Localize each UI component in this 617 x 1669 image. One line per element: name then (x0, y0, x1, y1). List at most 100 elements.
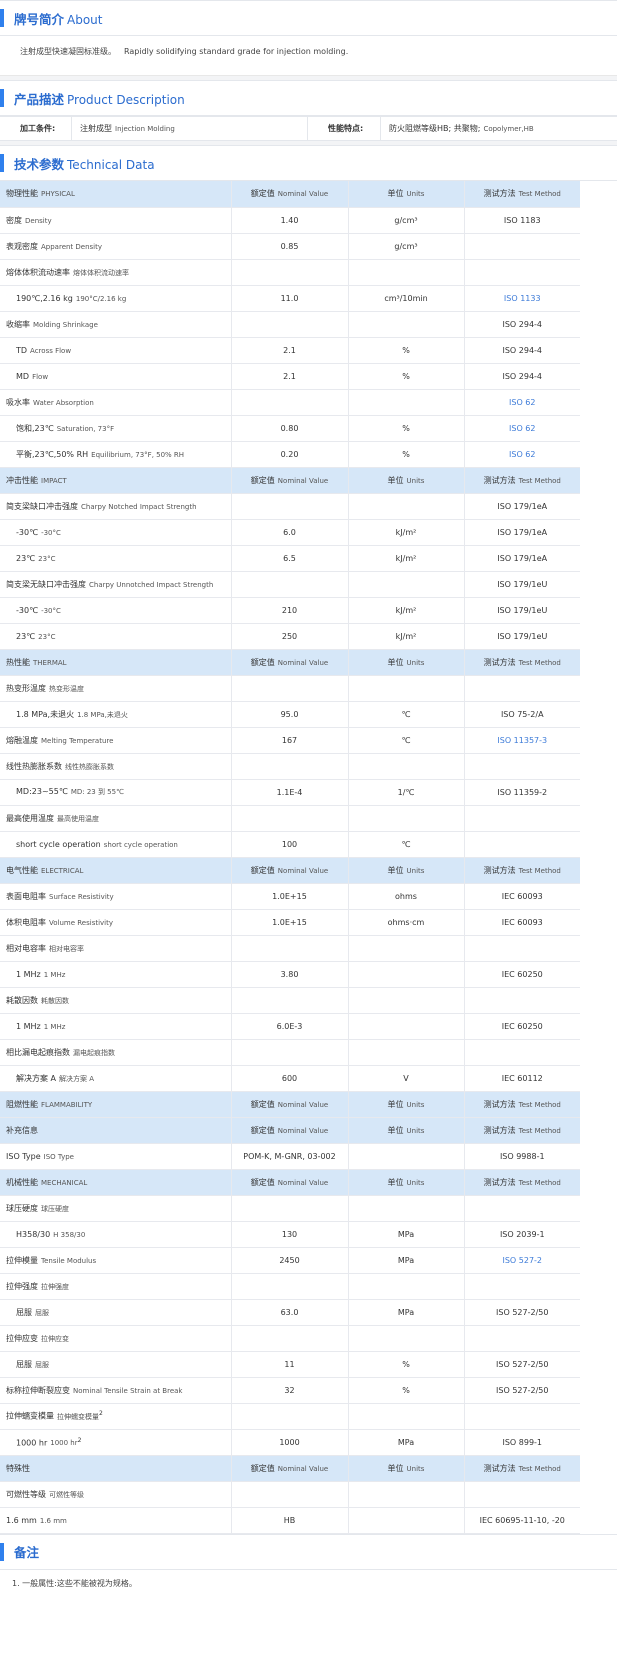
property-unit: % (347, 337, 464, 364)
property-value: 1.40 (230, 207, 348, 234)
property-name-en: Water Absorption (33, 398, 94, 407)
property-name-en: MD: 23 到 55℃ (70, 788, 124, 796)
value-header-en: Nominal Value (277, 476, 329, 485)
category-name-zh: 热性能 (6, 657, 30, 667)
property-name: 拉伸模量 Tensile Modulus (0, 1247, 231, 1274)
test-method (463, 753, 580, 780)
table-row: 热变形温度 热变形温度 (0, 675, 580, 702)
property-name-zh: 相比漏电起痕指数 (6, 1047, 70, 1057)
test-method-link[interactable]: ISO 527-2 (463, 1247, 580, 1274)
table-row: MD:23~55℃ MD: 23 到 55℃ 1.1E-4 1/℃ ISO 11359-… (0, 779, 580, 806)
test-method-link[interactable]: ISO 11357-3 (463, 727, 580, 754)
section-accent-bar (0, 154, 4, 172)
test-method-link[interactable]: ISO 62 (463, 441, 580, 468)
property-name-en: Surface Resistivity (49, 892, 114, 901)
property-name: 1000 hr 1000 hr2 (0, 1429, 231, 1456)
test-method: IEC 60093 (463, 909, 580, 936)
section-accent-bar (0, 9, 4, 27)
table-row: 球压硬度 球压硬度 (0, 1195, 580, 1222)
table-row: 简支梁缺口冲击强度 Charpy Notched Impact Strength I… (0, 493, 580, 520)
property-value: 6.0E-3 (230, 1013, 348, 1040)
test-method: ISO 179/1eU (463, 623, 580, 650)
test-method-link[interactable]: ISO 62 (463, 389, 580, 416)
property-name-en: 线性热膨胀系数 (65, 762, 114, 771)
table-row: 拉伸强度 拉伸强度 (0, 1273, 580, 1300)
test-method: ISO 11359-2 (463, 779, 580, 806)
property-value: POM-K, M-GNR, 03-002 (230, 1143, 348, 1170)
method-header-en: Test Method (518, 1178, 561, 1187)
category-name-en: THERMAL (33, 658, 67, 667)
property-name-en: ISO Type (43, 1152, 74, 1161)
test-method (463, 233, 580, 260)
property-name-zh: 表面电阻率 (6, 891, 46, 901)
property-name: MD:23~55℃ MD: 23 到 55℃ (0, 779, 231, 806)
table-row: 拉伸模量 Tensile Modulus 2450 MPa ISO 527-2 (0, 1247, 580, 1274)
value-column-header: 额定值 Nominal Value (230, 1091, 348, 1118)
property-name-zh: 23℃ (16, 631, 36, 641)
method-column-header: 测试方法 Test Method (463, 1091, 580, 1118)
table-row: H358/30 H 358/30 130 MPa ISO 2039-1 (0, 1221, 580, 1248)
property-unit (347, 675, 464, 702)
footnote-marker: 2 (77, 1436, 82, 1444)
category-name-zh: 电气性能 (6, 865, 38, 875)
test-method (463, 675, 580, 702)
table-row: 收缩率 Molding Shrinkage ISO 294-4 (0, 311, 580, 338)
method-header-en: Test Method (518, 866, 561, 875)
value-header-en: Nominal Value (277, 1126, 329, 1135)
unit-column-header: 单位 Units (347, 1455, 464, 1482)
unit-header-en: Units (406, 658, 425, 667)
property-name-en: Across Flow (30, 346, 72, 355)
property-name-zh: 简支梁无缺口冲击强度 (6, 579, 86, 589)
property-unit: ℃ (347, 701, 464, 728)
property-name-zh: 吸水率 (6, 397, 30, 407)
property-name-en: 漏电起痕指数 (73, 1048, 115, 1057)
category-header-row: 电气性能 ELECTRICAL 额定值 Nominal Value 单位 Units 测试方… (0, 857, 580, 884)
value-column-header: 额定值 Nominal Value (230, 467, 348, 494)
test-method (463, 1039, 580, 1066)
property-unit: ℃ (347, 831, 464, 858)
property-name-zh: 饱和,23℃ (16, 423, 54, 433)
property-name: 体积电阻率 Volume Resistivity (0, 909, 231, 936)
table-row: 最高使用温度 最高使用温度 (0, 805, 580, 832)
unit-header-zh: 单位 (387, 1125, 404, 1135)
about-body: 注射成型快速凝固标准级。 Rapidly solidifying standard… (0, 36, 617, 76)
method-column-header: 测试方法 Test Method (463, 1455, 580, 1482)
property-value (230, 1403, 348, 1430)
property-name-zh: H358/30 (16, 1229, 51, 1239)
property-name-en: short cycle operation (103, 840, 178, 849)
value-header-zh: 额定值 (250, 657, 275, 667)
category-name-en: FLAMMABILITY (41, 1100, 93, 1109)
notes-section-header: 备注 (0, 1533, 617, 1570)
property-name-en: 耗散因数 (41, 996, 69, 1005)
test-method-link[interactable]: ISO 62 (463, 415, 580, 442)
property-name-en: 最高使用温度 (57, 814, 99, 823)
about-title-zh: 牌号简介 (14, 11, 65, 27)
table-row: 1 MHz 1 MHz 3.80 IEC 60250 (0, 961, 580, 988)
unit-header-en: Units (406, 1464, 425, 1473)
method-header-en: Test Method (518, 1464, 561, 1473)
property-value (230, 1273, 348, 1300)
property-name-zh: 相对电容率 (6, 943, 46, 953)
property-name: 190℃,2.16 kg 190°C/2.16 kg (0, 285, 231, 312)
test-method: IEC 60695-11-10, -20 (463, 1507, 580, 1534)
test-method-link[interactable]: ISO 1133 (463, 285, 580, 312)
property-unit (347, 1273, 464, 1300)
value-header-en: Nominal Value (277, 866, 329, 875)
category-name-zh: 阻燃性能 (6, 1099, 38, 1109)
about-section-header: 牌号简介 About (0, 0, 617, 36)
category-header-row: 物理性能 PHYSICAL 额定值 Nominal Value 单位 Units 测试方法 T… (0, 181, 580, 208)
test-method: ISO 294-4 (463, 337, 580, 364)
test-method (463, 259, 580, 286)
property-unit: 1/℃ (347, 779, 464, 806)
unit-header-en: Units (406, 1126, 425, 1135)
property-value: 1.0E+15 (230, 909, 348, 936)
property-unit: % (347, 1377, 464, 1404)
test-method: ISO 179/1eU (463, 571, 580, 598)
category-name: 冲击性能 IMPACT (0, 467, 231, 494)
method-column-header: 测试方法 Test Method (463, 1169, 580, 1196)
property-name-zh: 拉伸强度 (6, 1281, 38, 1291)
property-name-en: 1.6 mm (39, 1516, 67, 1525)
method-header-zh: 测试方法 (483, 189, 516, 199)
property-unit: MPa (347, 1221, 464, 1248)
property-unit (347, 753, 464, 780)
